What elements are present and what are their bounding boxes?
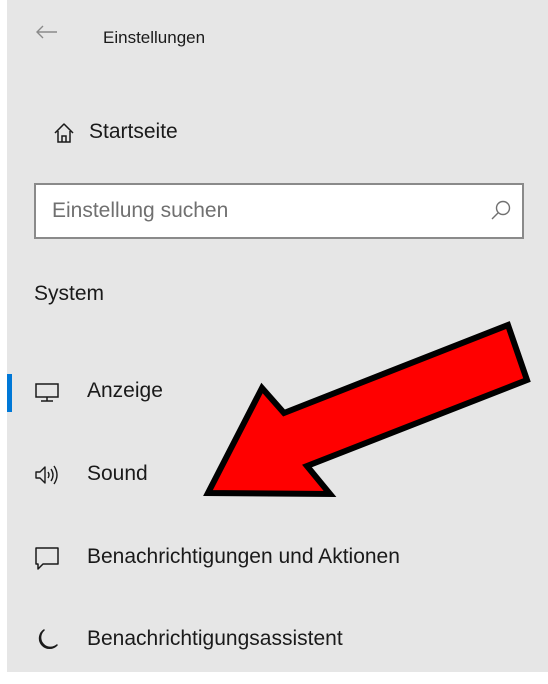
nav-item-label: Anzeige: [87, 379, 163, 402]
back-arrow-icon: [36, 25, 57, 39]
speaker-icon: [35, 465, 58, 485]
app-title: Einstellungen: [103, 28, 206, 47]
search-input[interactable]: [36, 185, 482, 237]
selected-indicator: [7, 374, 12, 412]
back-button[interactable]: [35, 20, 59, 44]
nav-item-anzeige[interactable]: Anzeige: [7, 362, 548, 422]
nav-item-benachrichtigungsassistent[interactable]: Benachrichtigungsassistent: [7, 610, 548, 670]
moon-icon: [38, 629, 58, 650]
section-title: System: [34, 282, 105, 305]
nav-item-label: Benachrichtigungsassistent: [87, 627, 343, 650]
monitor-icon: [35, 383, 59, 402]
nav-item-sound[interactable]: Sound: [7, 445, 548, 505]
nav-item-label: Sound: [87, 462, 148, 485]
nav-item-benachrichtigungen[interactable]: Benachrichtigungen und Aktionen: [7, 528, 548, 588]
home-icon: [54, 123, 74, 143]
nav-item-label: Benachrichtigungen und Aktionen: [87, 545, 400, 568]
settings-panel: Einstellungen Startseite System Anzeige: [7, 0, 548, 672]
search-icon[interactable]: [488, 198, 514, 224]
nav-home-label: Startseite: [89, 120, 178, 143]
notification-icon: [35, 547, 59, 570]
title-bar: Einstellungen: [7, 0, 548, 70]
search-box[interactable]: [34, 183, 524, 239]
nav-home[interactable]: Startseite: [7, 108, 548, 158]
